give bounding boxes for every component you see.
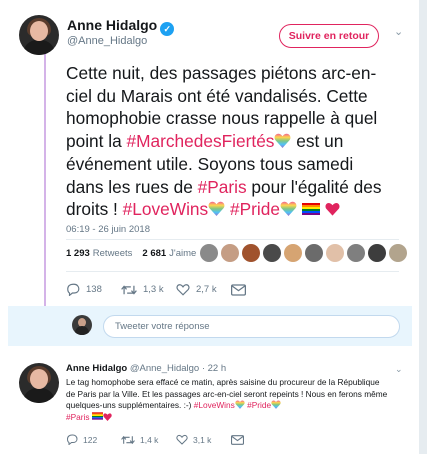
likers-avatars	[200, 244, 407, 262]
tweet-text: Cette nuit, des passages piétons arc-en-…	[66, 63, 382, 220]
liker-avatar[interactable]	[347, 244, 365, 262]
reply-button[interactable]: 138	[66, 283, 121, 296]
envelope-icon	[231, 434, 244, 445]
rainbow-heart-icon	[271, 400, 281, 410]
thread-line	[44, 52, 46, 342]
rainbow-flag-icon	[301, 203, 320, 216]
tweet-card: Anne Hidalgo ✓ @Anne_Hidalgo Suivre en re…	[0, 0, 420, 454]
liker-avatar[interactable]	[200, 244, 218, 262]
reply-author[interactable]: Anne Hidalgo @Anne_Hidalgo · 22 h	[66, 363, 226, 374]
red-heart-icon	[103, 413, 112, 421]
direct-message-button[interactable]	[231, 283, 286, 296]
liker-avatar[interactable]	[263, 244, 281, 262]
tweet-timestamp[interactable]: 06:19 - 26 juin 2018	[66, 224, 150, 235]
hashtag-link[interactable]: #Pride	[247, 400, 271, 410]
rainbow-heart-icon	[275, 133, 291, 149]
chevron-down-icon[interactable]: ⌄	[394, 27, 404, 38]
red-heart-icon	[325, 203, 340, 216]
liker-avatar[interactable]	[221, 244, 239, 262]
liker-avatar[interactable]	[368, 244, 386, 262]
reply-input[interactable]: Tweeter votre réponse	[103, 315, 400, 338]
retweet-icon	[121, 284, 137, 295]
reply-text: Le tag homophobe sera effacé ce matin, a…	[66, 377, 388, 422]
divider	[66, 239, 399, 240]
follow-back-button[interactable]: Suivre en retour	[279, 24, 379, 48]
retweet-button[interactable]: 1,4 k	[121, 435, 176, 445]
liker-avatar[interactable]	[242, 244, 260, 262]
hashtag-link[interactable]: #LoveWins	[123, 199, 209, 219]
chevron-down-icon[interactable]: ⌄	[395, 364, 403, 375]
liker-avatar[interactable]	[389, 244, 407, 262]
reply-button[interactable]: 122	[66, 434, 121, 445]
reply-icon	[66, 434, 78, 445]
heart-icon	[176, 434, 188, 445]
avatar[interactable]	[19, 15, 59, 55]
hashtag-link[interactable]: #Pride	[230, 199, 280, 219]
author-name[interactable]: Anne Hidalgo ✓	[67, 17, 175, 36]
like-button[interactable]: 2,7 k	[176, 283, 231, 296]
avatar[interactable]	[19, 363, 59, 403]
tweet-actions: 138 1,3 k 2,7 k	[66, 283, 286, 296]
author-handle[interactable]: @Anne_Hidalgo	[67, 35, 147, 47]
likes-stat[interactable]: 2 681 J'aime	[142, 248, 196, 259]
direct-message-button[interactable]	[231, 434, 286, 445]
rainbow-heart-icon	[280, 201, 297, 217]
like-button[interactable]: 3,1 k	[176, 434, 231, 445]
retweets-stat[interactable]: 1 293 Retweets	[66, 248, 132, 259]
rainbow-heart-icon	[235, 400, 245, 410]
liker-avatar[interactable]	[284, 244, 302, 262]
rainbow-heart-icon	[208, 201, 225, 217]
hashtag-link[interactable]: #Paris	[198, 177, 247, 197]
hashtag-link[interactable]: #MarchedesFiertés	[127, 131, 275, 151]
retweet-icon	[121, 435, 135, 444]
tweet-stats: 1 293 Retweets 2 681 J'aime	[66, 248, 196, 259]
reply-actions: 122 1,4 k 3,1 k	[66, 434, 286, 445]
divider	[66, 271, 399, 272]
reply-icon	[67, 283, 80, 296]
liker-avatar[interactable]	[326, 244, 344, 262]
verified-badge-icon: ✓	[160, 22, 175, 36]
retweet-button[interactable]: 1,3 k	[121, 284, 176, 296]
heart-icon	[176, 284, 190, 296]
rainbow-flag-icon	[91, 412, 103, 420]
envelope-icon	[231, 283, 246, 296]
liker-avatar[interactable]	[305, 244, 323, 262]
hashtag-link[interactable]: #LoveWins	[194, 400, 235, 410]
current-user-avatar	[72, 315, 92, 335]
hashtag-link[interactable]: #Paris	[66, 412, 90, 422]
